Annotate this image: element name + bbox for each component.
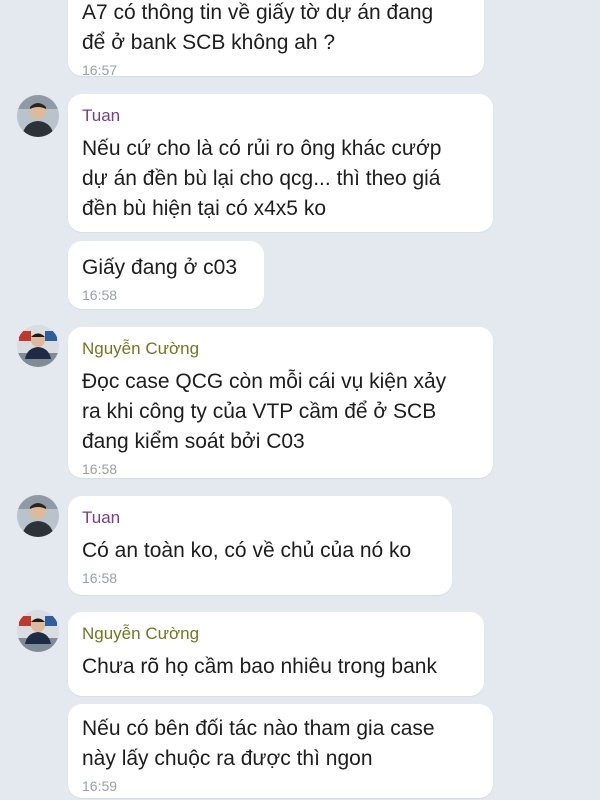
- message-timestamp: 16:57: [82, 62, 118, 78]
- message-bubble[interactable]: Nguyễn Cường Chưa rõ họ cầm bao nhiêu tr…: [68, 612, 484, 696]
- message-text: Có an toàn ko, có về chủ của nó ko: [82, 539, 412, 562]
- message-timestamp: 16:58: [82, 287, 118, 303]
- person-photo-icon: [17, 610, 59, 652]
- person-photo-icon: [17, 495, 59, 537]
- person-photo-icon: [17, 325, 59, 367]
- message-timestamp: 16:59: [82, 778, 118, 794]
- message-bubble[interactable]: Tuan Nếu cứ cho là có rủi ro ông khác cư…: [68, 94, 493, 232]
- chat-message-list[interactable]: A7 có thông tin về giấy tờ dự án đang để…: [0, 0, 600, 800]
- avatar-tuan[interactable]: [17, 95, 59, 137]
- avatar-nguyen-cuong[interactable]: [17, 325, 59, 367]
- person-photo-icon: [17, 95, 59, 137]
- message-text: Nếu cứ cho là có rủi ro ông khác cướp dự…: [82, 137, 442, 220]
- sender-name[interactable]: Tuan: [82, 508, 438, 528]
- sender-name[interactable]: Nguyễn Cường: [82, 339, 479, 359]
- message-timestamp: 16:58: [82, 570, 118, 586]
- message-text: Giấy đang ở c03: [82, 256, 238, 279]
- message-bubble[interactable]: Nếu có bên đối tác nào tham gia case này…: [68, 704, 493, 798]
- message-bubble[interactable]: Tuan Có an toàn ko, có về chủ của nó ko …: [68, 496, 452, 595]
- message-timestamp: 16:58: [82, 461, 118, 477]
- message-bubble[interactable]: Giấy đang ở c03 16:58: [68, 241, 264, 309]
- sender-name[interactable]: Nguyễn Cường: [82, 624, 470, 644]
- message-text: Chưa rõ họ cầm bao nhiêu trong bank: [82, 655, 437, 678]
- message-text: Nếu có bên đối tác nào tham gia case này…: [82, 717, 435, 770]
- message-bubble[interactable]: Nguyễn Cường Đọc case QCG còn mỗi cái vụ…: [68, 327, 493, 478]
- message-text: A7 có thông tin về giấy tờ dự án đang để…: [82, 1, 434, 54]
- sender-name[interactable]: Tuan: [82, 106, 479, 126]
- message-bubble[interactable]: A7 có thông tin về giấy tờ dự án đang để…: [68, 0, 484, 78]
- avatar-nguyen-cuong[interactable]: [17, 610, 59, 652]
- message-text: Đọc case QCG còn mỗi cái vụ kiện xảy ra …: [82, 370, 447, 453]
- avatar-tuan[interactable]: [17, 495, 59, 537]
